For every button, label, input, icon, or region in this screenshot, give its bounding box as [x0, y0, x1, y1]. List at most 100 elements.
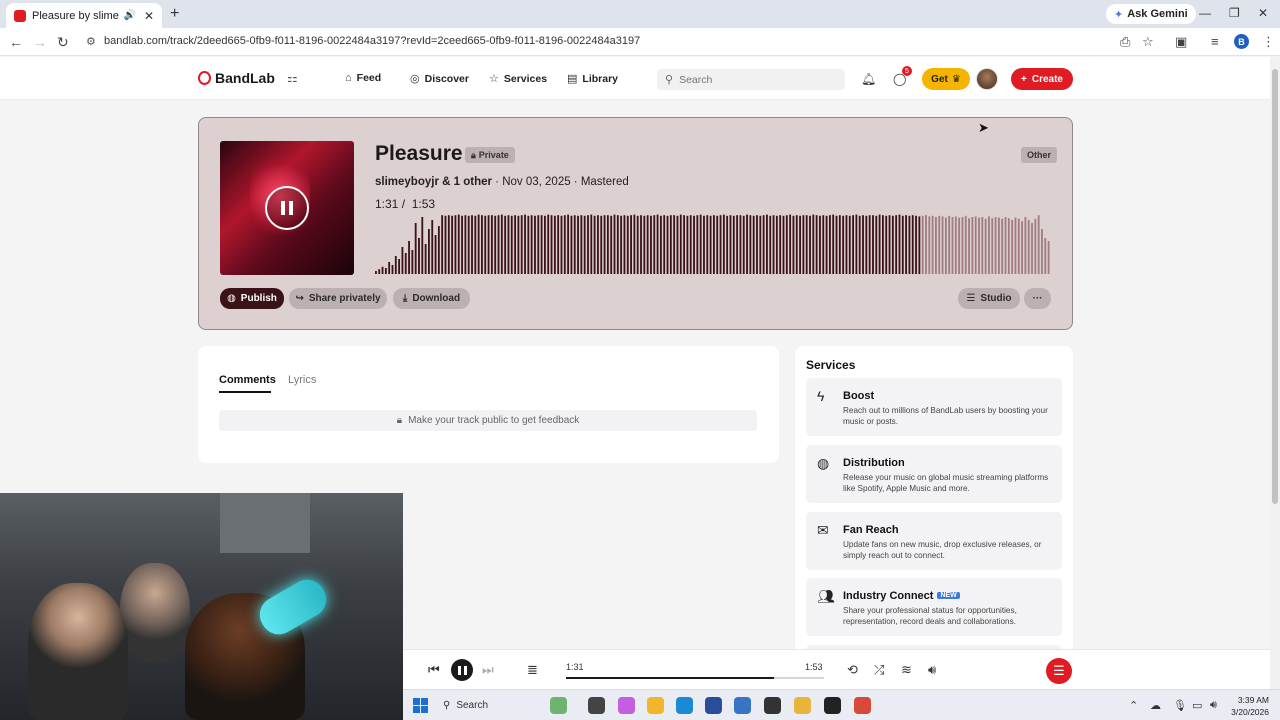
chatgpt-app-icon[interactable] — [764, 697, 781, 714]
widgets-app-icon[interactable] — [550, 697, 567, 714]
studio-label: Studio — [980, 293, 1012, 304]
tab-lyrics[interactable]: Lyrics — [288, 374, 316, 386]
taskbar-search[interactable]: ⚲ Search — [443, 695, 553, 716]
download-button[interactable]: ⤓ Download — [393, 288, 470, 309]
publish-button[interactable]: ◍ Publish — [220, 288, 284, 309]
apps-grid-icon[interactable]: ⚏ — [287, 71, 298, 85]
repeat-icon[interactable]: ⟲ — [847, 662, 858, 678]
speaker-icon[interactable]: 🔊 — [123, 10, 135, 21]
waveform-bar — [845, 215, 848, 274]
waveform-bar — [1021, 221, 1023, 274]
queue-menu-button[interactable]: ☰ — [1046, 658, 1072, 684]
chrome-profile-app-icon[interactable] — [854, 697, 871, 714]
lock-icon: 🔒︎ — [396, 415, 403, 426]
waveform-bar — [441, 215, 444, 274]
url-text[interactable]: bandlab.com/track/2deed665-0fb9-f011-819… — [104, 35, 640, 47]
service-card-industry-connect[interactable]: 👥︎ Industry Connect NEW Share your profes… — [806, 578, 1062, 636]
taskbar-search-label: Search — [456, 700, 489, 711]
share-privately-button[interactable]: ↪ Share privately — [289, 288, 387, 309]
browser-tab-active[interactable]: Pleasure by slimeyboyjr | BandLab 🔊 ✕ — [6, 3, 162, 28]
next-icon[interactable]: ⏭ — [482, 662, 494, 678]
waveform-bar — [882, 215, 884, 274]
task-view-icon[interactable] — [588, 697, 605, 714]
page-scrollbar[interactable] — [1270, 57, 1280, 689]
service-card-boost[interactable]: ϟ Boost Reach out to millions of BandLab… — [806, 378, 1062, 436]
waveform-bar — [815, 215, 818, 274]
scrollbar-thumb[interactable] — [1272, 69, 1278, 504]
get-membership-button[interactable]: Get ♛ — [922, 68, 970, 90]
waveform-seekbar[interactable] — [375, 214, 1051, 274]
cover-pause-button[interactable] — [265, 186, 309, 230]
chrome-app-icon[interactable] — [794, 697, 811, 714]
browser-menu-icon[interactable]: ⋮ — [1262, 34, 1275, 50]
bell-icon[interactable]: 🔔︎ — [861, 72, 876, 86]
windows-start-icon[interactable] — [413, 698, 428, 713]
search-icon: ⚲ — [443, 700, 451, 711]
nav-library[interactable]: ▤ Library — [567, 72, 618, 86]
collaborators-link[interactable]: & 1 other — [442, 176, 492, 188]
bookmark-star-icon[interactable]: ☆ — [1142, 34, 1154, 50]
waveform-bar — [646, 215, 649, 274]
speaker-icon[interactable]: 🔊︎ — [1210, 699, 1217, 712]
install-app-icon[interactable]: ⎙ — [1120, 34, 1130, 50]
service-card-fan-reach[interactable]: ✉ Fan Reach Update fans on new music, dr… — [806, 512, 1062, 570]
reload-icon[interactable]: ↻ — [57, 34, 69, 51]
restore-icon[interactable]: ❐ — [1229, 6, 1240, 20]
tray-overflow-icon[interactable]: ⌃ — [1129, 699, 1138, 712]
bandlab-logo-icon — [198, 71, 211, 85]
waveform-bar — [891, 215, 894, 274]
close-window-icon[interactable]: ✕ — [1258, 6, 1268, 20]
search-box[interactable]: ⚲ — [657, 69, 845, 90]
genre-badge[interactable]: Other — [1021, 147, 1058, 163]
bandlab-logo[interactable]: BandLab — [198, 70, 275, 86]
create-button[interactable]: + Create — [1011, 68, 1073, 90]
tab-comments[interactable]: Comments — [219, 374, 276, 386]
shuffle-icon[interactable]: ⤮ — [874, 662, 884, 678]
browser-profile-avatar[interactable]: B — [1234, 34, 1249, 49]
taskbar-clock[interactable]: 3:39 AM 3/20/2026 — [1229, 694, 1269, 718]
store-app-icon[interactable] — [705, 697, 722, 714]
close-tab-icon[interactable]: ✕ — [144, 9, 154, 23]
extensions-icon[interactable]: ▣ — [1175, 34, 1187, 50]
ask-gemini-button[interactable]: ✦ Ask Gemini — [1106, 4, 1196, 24]
search-input[interactable] — [679, 73, 830, 86]
nav-discover[interactable]: ◎ Discover — [410, 72, 469, 86]
waveform-bar — [606, 215, 609, 274]
onedrive-icon[interactable]: ☁ — [1150, 699, 1161, 712]
waveform-bar — [524, 214, 526, 274]
previous-icon[interactable]: ⏮ — [428, 662, 440, 678]
media-control-icon[interactable]: ≡ — [1211, 34, 1219, 49]
back-icon[interactable]: ← — [9, 34, 23, 50]
minimize-icon[interactable]: — — [1199, 6, 1211, 20]
artist-link[interactable]: slimeyboyjr — [375, 176, 439, 188]
service-desc: Share your professional status for oppor… — [843, 606, 1017, 626]
edge-app-icon[interactable] — [676, 697, 693, 714]
file-explorer-icon[interactable] — [647, 697, 664, 714]
mail-app-icon[interactable] — [734, 697, 751, 714]
copilot-app-icon[interactable] — [618, 697, 635, 714]
waveform-bar — [951, 217, 954, 274]
waveform-bar — [600, 215, 603, 274]
obs-app-icon[interactable] — [824, 697, 841, 714]
more-options-button[interactable]: ··· — [1024, 288, 1051, 309]
network-icon[interactable]: ▭ — [1192, 699, 1202, 712]
waveform-bar — [941, 216, 944, 274]
broadcast-icon[interactable]: ≋ — [901, 662, 912, 678]
microphone-icon[interactable]: 🎙︎ — [1173, 699, 1187, 712]
nav-services[interactable]: ☆ Services — [489, 72, 547, 86]
forward-icon[interactable]: → — [33, 34, 47, 50]
track-cover-art[interactable] — [220, 141, 354, 275]
studio-button[interactable]: ☰ Studio — [958, 288, 1020, 309]
new-tab-icon[interactable]: + — [170, 5, 179, 23]
waveform-bar — [822, 215, 825, 274]
site-info-icon[interactable]: ⚙ — [86, 35, 96, 48]
volume-icon[interactable]: 🔊︎ — [928, 662, 936, 678]
nav-feed[interactable]: ⌂ Feed — [345, 72, 381, 84]
user-avatar[interactable] — [976, 68, 998, 90]
player-progress-bar[interactable] — [566, 677, 824, 679]
crown-icon: ♛ — [951, 73, 961, 85]
player-pause-button[interactable] — [451, 659, 473, 681]
service-card-distribution[interactable]: ◍ Distribution Release your music on glo… — [806, 445, 1062, 503]
playlist-icon[interactable]: ≣ — [527, 662, 538, 678]
waveform-bar — [603, 215, 606, 274]
